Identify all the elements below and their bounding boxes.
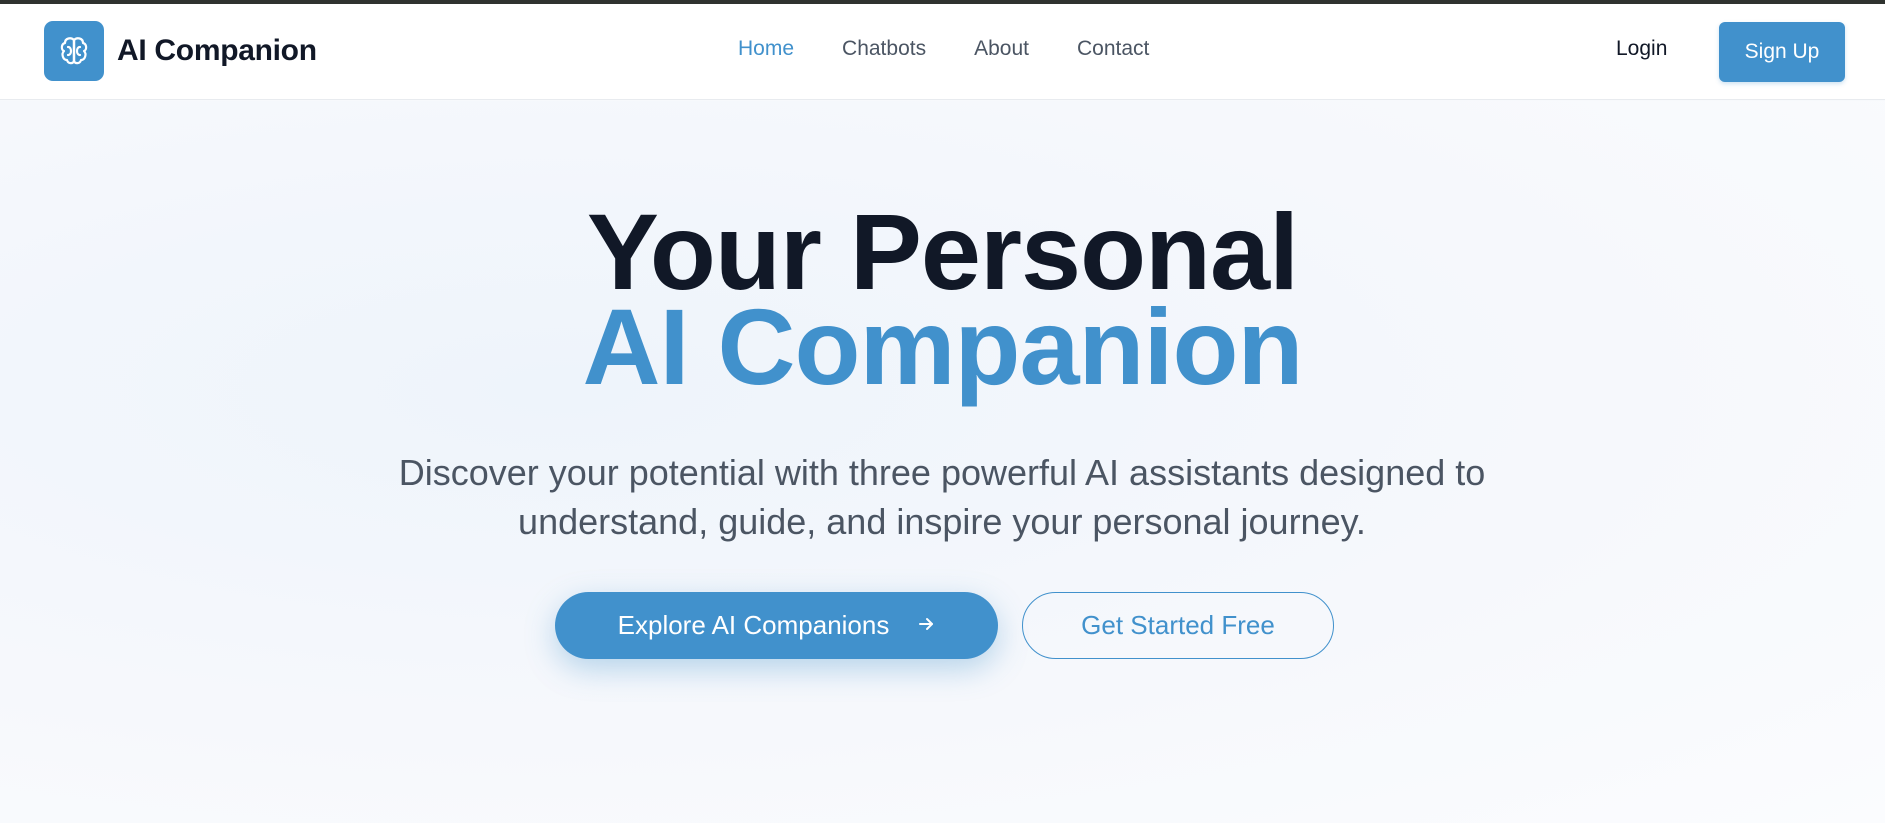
brand[interactable]: AI Companion (44, 21, 317, 81)
nav-link-about[interactable]: About (974, 37, 1029, 61)
explore-companions-label: Explore AI Companions (617, 610, 890, 640)
nav-link-chatbots[interactable]: Chatbots (842, 37, 926, 61)
explore-companions-button[interactable]: Explore AI Companions (555, 592, 998, 659)
hero-subtitle: Discover your potential with three power… (398, 452, 1486, 542)
nav-link-contact[interactable]: Contact (1077, 37, 1149, 61)
nav-link-home[interactable]: Home (738, 37, 794, 61)
navbar: AI Companion Home Chatbots About Contact… (0, 4, 1885, 100)
login-link[interactable]: Login (1616, 37, 1667, 61)
brand-name: AI Companion (117, 34, 317, 67)
hero-section: Your Personal AI Companion Discover your… (0, 101, 1885, 823)
signup-button[interactable]: Sign Up (1719, 22, 1845, 82)
get-started-free-button[interactable]: Get Started Free (1022, 592, 1334, 659)
nav-links: Home Chatbots About Contact (738, 37, 1197, 61)
brain-icon (44, 21, 104, 81)
hero-headline-line2: AI Companion (582, 286, 1304, 407)
arrow-right-icon (917, 613, 935, 639)
